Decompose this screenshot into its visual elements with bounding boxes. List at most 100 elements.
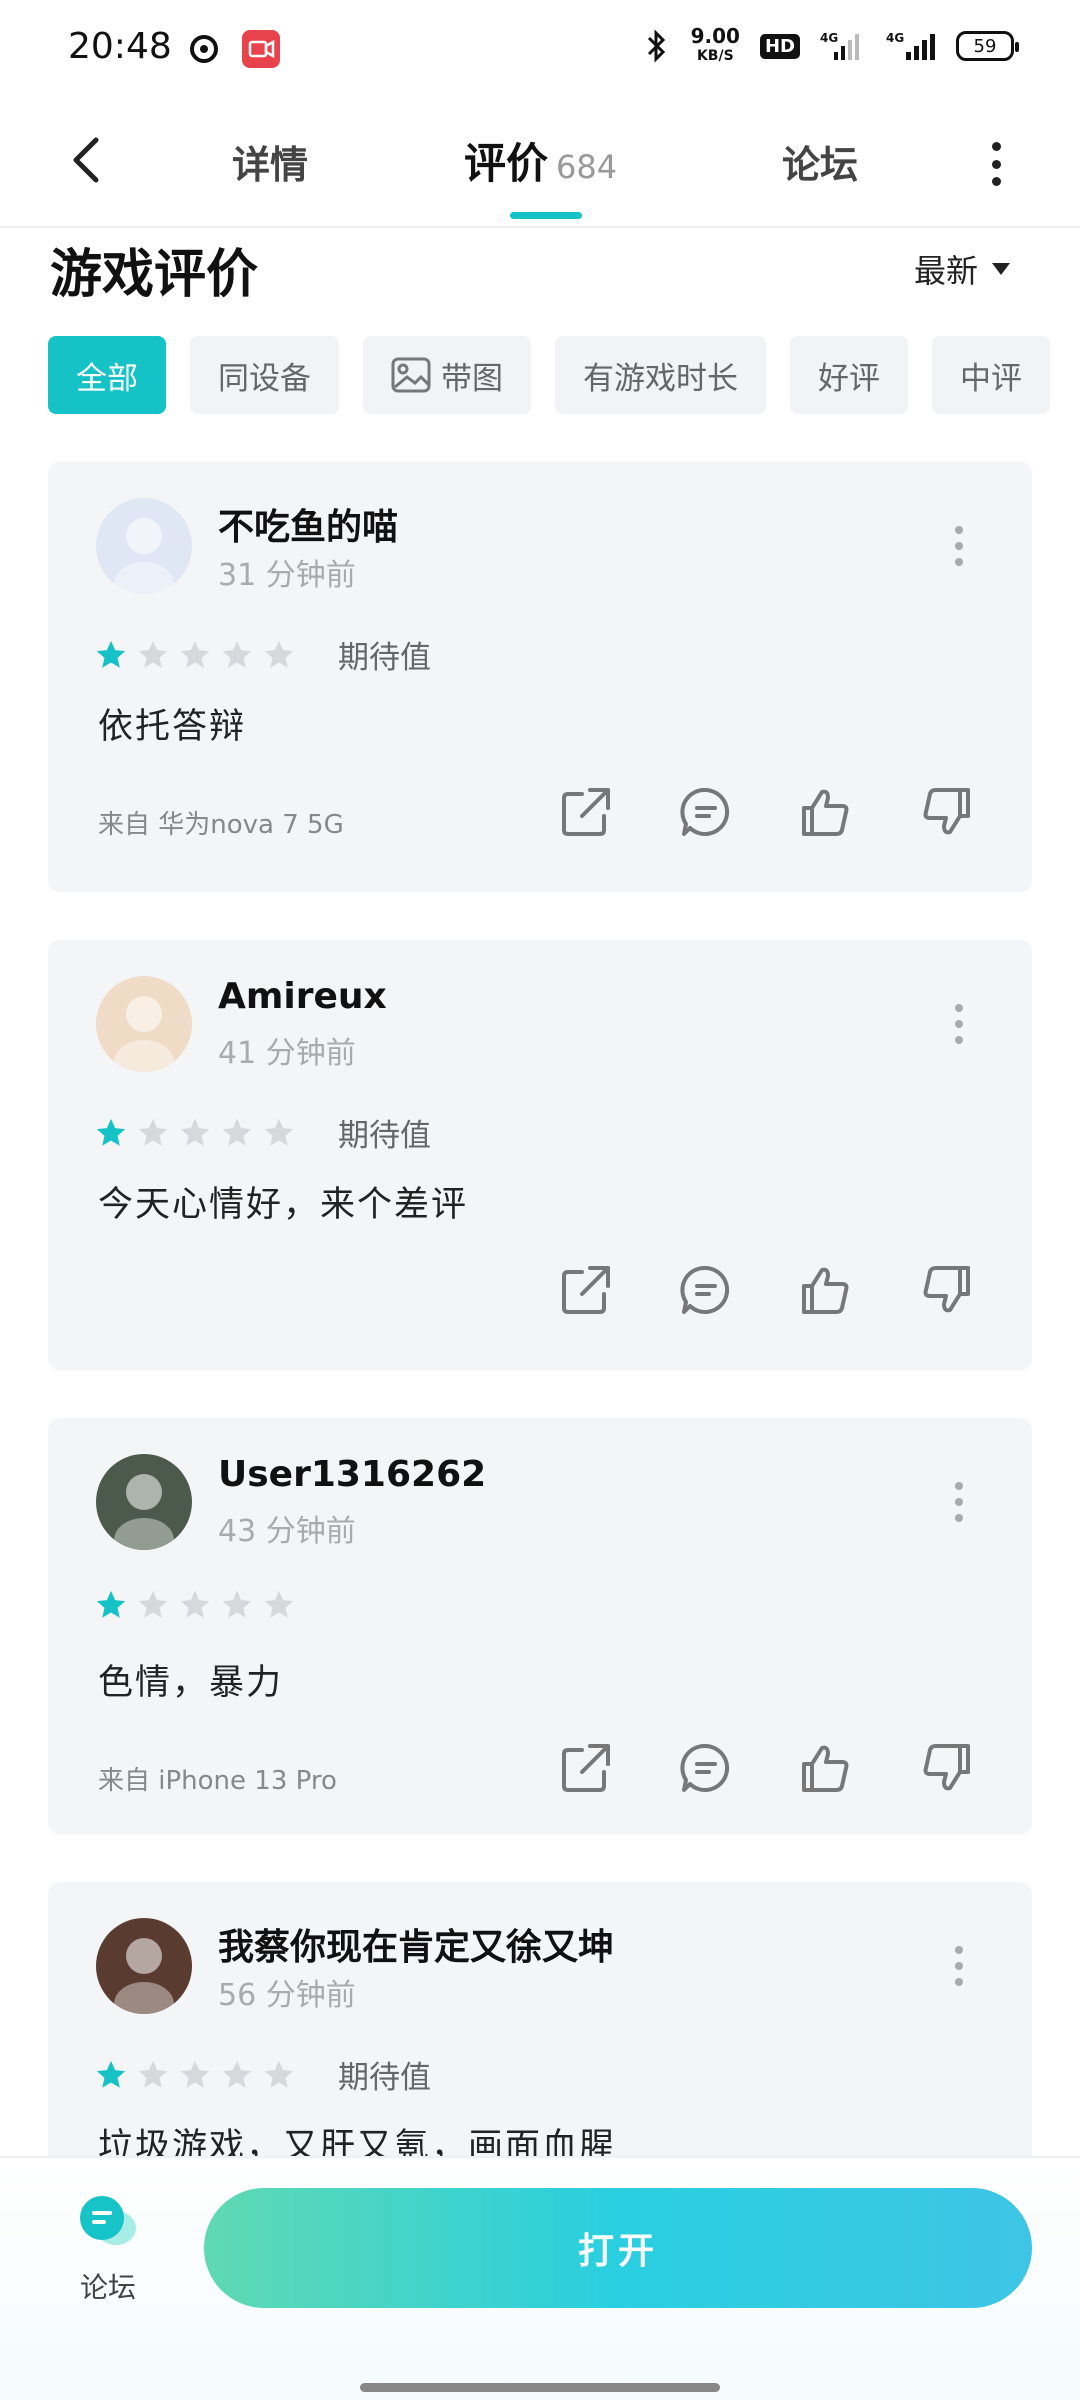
dislike-button[interactable] xyxy=(918,1262,974,1318)
bottom-bar: 论坛 打开 xyxy=(0,2156,1080,2400)
status-right-icons: 9.00 KB/S HD 4G 4G 59 xyxy=(643,26,1019,66)
star-icon xyxy=(180,640,210,668)
review-time: 56 分钟前 xyxy=(218,1978,356,2013)
dislike-button[interactable] xyxy=(918,784,974,840)
more-dot xyxy=(991,177,1001,186)
net-speed-unit: KB/S xyxy=(696,48,734,64)
review-username[interactable]: 不吃鱼的喵 xyxy=(218,498,398,550)
review-time: 31 分钟前 xyxy=(218,558,356,593)
thumbs-up-icon xyxy=(802,789,849,836)
tab-forum[interactable]: 论坛 xyxy=(782,134,858,189)
star-icon xyxy=(96,2060,126,2088)
open-game-button[interactable]: 打开 xyxy=(204,2188,1032,2308)
section-title: 游戏评价 xyxy=(50,245,259,305)
comment-button[interactable] xyxy=(678,1740,734,1796)
svg-text:4G: 4G xyxy=(886,31,904,45)
review-time: 41 分钟前 xyxy=(218,1036,356,1071)
star-icon xyxy=(264,640,294,668)
review-card[interactable]: Amireux 41 分钟前 期待值 今天心情好，来个差评 xyxy=(48,940,1032,1370)
status-notification-icons xyxy=(188,30,280,68)
filter-chip-with-image[interactable]: 带图 xyxy=(363,336,531,414)
top-nav: 详情 评价 684 论坛 xyxy=(0,100,1080,228)
sort-label: 最新 xyxy=(914,252,979,290)
review-more-button[interactable] xyxy=(952,1482,966,1522)
sort-dropdown[interactable]: 最新 xyxy=(914,246,1011,292)
review-rating xyxy=(94,1588,338,1622)
review-text: 依托答辩 xyxy=(98,707,247,747)
review-time: 43 分钟前 xyxy=(218,1514,356,1549)
star-icon xyxy=(96,640,126,668)
avatar[interactable] xyxy=(96,498,192,594)
share-button[interactable] xyxy=(558,1262,614,1318)
filter-chip-neutral[interactable]: 中评 xyxy=(932,336,1050,414)
filter-chip-all[interactable]: 全部 xyxy=(48,336,166,414)
rating-label: 期待值 xyxy=(338,640,431,676)
avatar[interactable] xyxy=(96,1918,192,2014)
review-username[interactable]: User1316262 xyxy=(218,1454,486,1495)
dislike-button[interactable] xyxy=(918,1740,974,1796)
back-button[interactable] xyxy=(58,130,118,190)
comment-button[interactable] xyxy=(678,784,734,840)
status-time: 20:48 xyxy=(68,26,172,67)
bluetooth-icon xyxy=(647,29,665,63)
sync-icon xyxy=(190,35,218,63)
filter-chip-same-device[interactable]: 同设备 xyxy=(190,336,339,414)
forum-button[interactable]: 论坛 xyxy=(64,2194,152,2306)
caret-down-icon xyxy=(992,263,1011,275)
home-indicator[interactable] xyxy=(360,2383,720,2392)
review-more-button[interactable] xyxy=(952,1004,966,1044)
review-rating: 期待值 xyxy=(94,2052,431,2097)
tab-details[interactable]: 详情 xyxy=(232,134,308,189)
tab-reviews-count: 684 xyxy=(556,148,618,186)
signal-icon-1: 4G xyxy=(820,31,859,60)
avatar-image xyxy=(96,498,192,594)
share-button[interactable] xyxy=(558,784,614,840)
comment-button[interactable] xyxy=(678,1262,734,1318)
review-card[interactable]: 不吃鱼的喵 31 分钟前 期待值 依托答辩 来自 华为nova 7 5G xyxy=(48,462,1032,892)
filter-chip-playtime[interactable]: 有游戏时长 xyxy=(555,336,766,414)
star-icon xyxy=(138,2060,168,2088)
thumbs-down-icon xyxy=(923,788,970,835)
rating-label: 期待值 xyxy=(338,1118,431,1154)
avatar[interactable] xyxy=(96,1454,192,1550)
share-button[interactable] xyxy=(558,1740,614,1796)
review-card[interactable]: User1316262 43 分钟前 色情，暴力 来自 iPhone 13 Pr… xyxy=(48,1418,1032,1834)
review-more-button[interactable] xyxy=(952,526,966,566)
star-icon xyxy=(180,1118,210,1146)
star-icon xyxy=(180,2060,210,2088)
comment-icon xyxy=(680,1265,730,1314)
like-button[interactable] xyxy=(798,1740,854,1796)
review-more-button[interactable] xyxy=(952,1946,966,1986)
tab-reviews[interactable]: 评价 684 xyxy=(464,130,617,191)
more-options-button[interactable] xyxy=(978,134,1014,194)
like-button[interactable] xyxy=(798,1262,854,1318)
filter-chip-positive[interactable]: 好评 xyxy=(790,336,908,414)
svg-text:4G: 4G xyxy=(820,31,838,45)
review-actions xyxy=(558,784,974,840)
more-dot xyxy=(991,159,1001,169)
net-speed: 9.00 KB/S xyxy=(691,26,740,66)
net-speed-value: 9.00 xyxy=(690,24,740,48)
review-username[interactable]: 我蔡你现在肯定又徐又坤 xyxy=(218,1918,614,1970)
star-icon xyxy=(264,1590,294,1618)
star-icon xyxy=(138,640,168,668)
share-icon xyxy=(562,788,610,836)
thumbs-up-icon xyxy=(802,1745,849,1792)
tab-reviews-label: 评价 xyxy=(464,139,549,188)
star-icon xyxy=(264,2060,294,2088)
avatar[interactable] xyxy=(96,976,192,1072)
share-icon xyxy=(562,1744,610,1792)
like-button[interactable] xyxy=(798,784,854,840)
review-card[interactable]: 我蔡你现在肯定又徐又坤 56 分钟前 期待值 垃圾游戏，又肝又氪，画面血腥 xyxy=(48,1882,1032,2182)
screen-record-icon xyxy=(242,30,280,68)
review-username[interactable]: Amireux xyxy=(218,976,387,1017)
filter-chip-with-image-label: 带图 xyxy=(441,360,503,397)
thumbs-down-icon xyxy=(923,1266,970,1313)
star-icon xyxy=(264,1118,294,1146)
share-icon xyxy=(562,1266,610,1314)
avatar-image xyxy=(96,976,192,1072)
thumbs-up-icon xyxy=(802,1267,849,1314)
star-icon xyxy=(96,1118,126,1146)
review-device: 来自 华为nova 7 5G xyxy=(98,810,344,840)
review-actions xyxy=(558,1740,974,1796)
